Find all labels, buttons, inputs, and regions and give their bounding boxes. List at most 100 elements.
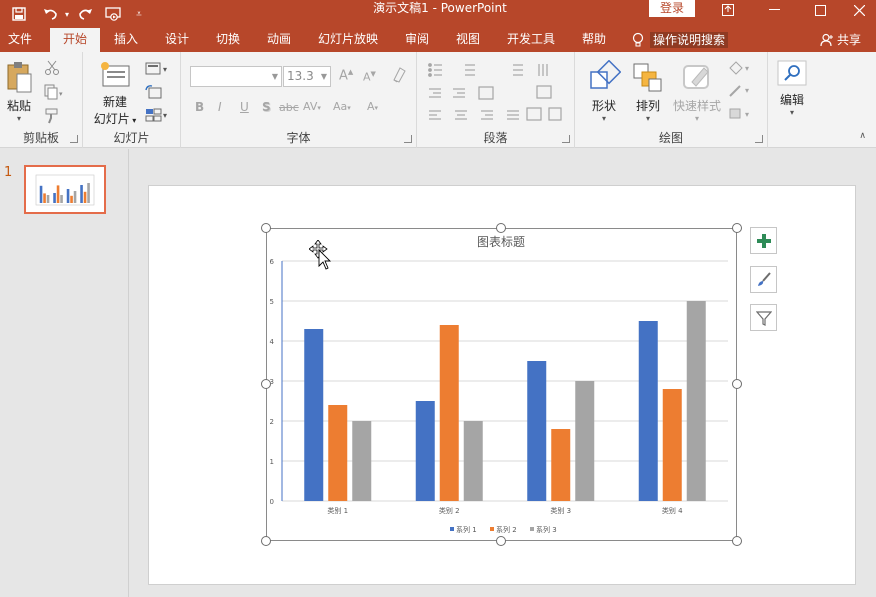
tab-help[interactable]: 帮助 [570,28,618,52]
drawing-group: 形状 ▾ 排列 ▾ 快速样式 ▾ ▾ ▾ ▾ 绘图 [575,52,768,148]
title-bar: ▾ ⩡ 演示文稿1 - PowerPoint 登录 [0,0,876,28]
minimize-icon[interactable] [751,0,797,20]
bar[interactable] [638,321,658,501]
resize-handle-top[interactable] [496,223,506,233]
undo-dropdown-icon[interactable]: ▾ [62,0,72,28]
chart-filters-button[interactable] [750,304,777,331]
font-group: ▼ 13.3 ▼ A▲ A▼ B I U S abc AV▾ Aa▾ A▾ 字体 [181,52,417,148]
resize-handle-left[interactable] [261,379,271,389]
chart[interactable]: 0123456 类别 1 类别 2 类别 3 类别 4 图表标题 系列 1 系列 2 系列… [266,228,737,541]
collapse-ribbon-icon[interactable]: ∧ [859,131,866,141]
reset-icon[interactable] [145,84,162,99]
arrange-label: 排列 [635,99,660,113]
new-slide-button[interactable]: 新建 幻灯片 ▾ [91,60,139,127]
bar[interactable] [415,401,435,501]
bar[interactable] [662,389,682,501]
svg-text:▾: ▾ [745,110,749,119]
editing-button[interactable]: 编辑 ▾ [772,60,812,117]
quick-styles-button[interactable]: 快速样式 ▾ [669,60,725,123]
tab-transitions[interactable]: 切换 [206,28,250,52]
bar[interactable] [304,329,324,501]
resize-handle-bottom-left[interactable] [261,536,271,546]
bold-icon[interactable]: B [195,100,204,114]
paste-button[interactable]: 粘贴 ▾ [2,60,36,123]
chart-elements-button[interactable] [750,227,777,254]
paste-label: 粘贴 [6,99,31,113]
clear-formatting-icon[interactable] [391,66,407,87]
tab-home[interactable]: 开始 [50,28,100,52]
font-size-combo[interactable]: 13.3 ▼ [283,66,331,87]
shape-outline-icon[interactable]: ▾ [727,82,753,97]
maximize-icon[interactable] [797,0,843,20]
share-button[interactable]: 共享 [820,28,861,52]
chart-title[interactable]: 图表标题 [477,235,525,249]
section-icon[interactable]: ▾ [145,108,169,122]
clipboard-group: 粘贴 ▾ ▾ 剪贴板 [0,52,83,148]
start-from-beginning-icon[interactable] [102,0,124,28]
legend-label[interactable]: 系列 3 [536,525,557,534]
character-spacing-icon[interactable]: AV▾ [303,100,321,113]
slide-thumbnail[interactable] [24,165,106,214]
tab-design[interactable]: 设计 [155,28,199,52]
format-painter-icon[interactable] [44,108,60,124]
tab-review[interactable]: 审阅 [395,28,439,52]
copy-icon[interactable]: ▾ [44,84,63,100]
legend-label[interactable]: 系列 1 [456,525,477,534]
bar[interactable] [328,405,348,501]
legend-label[interactable]: 系列 2 [496,525,517,534]
resize-handle-right[interactable] [732,379,742,389]
tab-animations[interactable]: 动画 [257,28,301,52]
resize-handle-top-left[interactable] [261,223,271,233]
clipboard-launcher-icon[interactable] [70,135,78,143]
login-button[interactable]: 登录 [649,0,695,17]
layout-icon[interactable]: ▾ [145,62,169,76]
shapes-button[interactable]: 形状 ▾ [585,59,623,123]
bar[interactable] [575,381,595,501]
bar[interactable] [551,429,571,501]
lightbulb-icon [632,32,644,47]
close-icon[interactable] [843,0,876,20]
text-shadow-icon[interactable]: S [262,100,271,114]
resize-handle-bottom-right[interactable] [732,536,742,546]
bar[interactable] [686,301,706,501]
paragraph-tools-icon[interactable] [427,62,567,126]
resize-handle-bottom[interactable] [496,536,506,546]
redo-icon[interactable] [74,0,96,28]
tell-me-search[interactable]: 操作说明搜索 [632,28,729,52]
bar[interactable] [527,361,547,501]
font-launcher-icon[interactable] [404,135,412,143]
paragraph-launcher-icon[interactable] [562,135,570,143]
italic-icon[interactable]: I [218,100,222,114]
arrange-button[interactable]: 排列 ▾ [629,60,667,123]
increase-font-icon[interactable]: A▲ [339,68,353,83]
thumbnail-bar [56,185,60,203]
plus-icon [756,233,771,248]
thumbnail-bar [70,195,73,203]
bar[interactable] [439,325,459,501]
chart-styles-button[interactable] [750,266,777,293]
decrease-font-icon[interactable]: A▼ [363,70,376,84]
ribbon-display-options-icon[interactable] [705,0,751,20]
customize-toolbar-icon[interactable]: ⩡ [132,0,146,28]
save-icon[interactable] [8,0,30,28]
underline-icon[interactable]: U [240,100,249,114]
cut-icon[interactable] [44,60,60,75]
drawing-launcher-icon[interactable] [755,135,763,143]
font-name-combo[interactable]: ▼ [190,66,282,87]
tab-file[interactable]: 文件 [0,28,40,52]
tab-view[interactable]: 视图 [446,28,490,52]
undo-icon[interactable] [38,0,64,28]
bar[interactable] [463,421,483,501]
font-color-icon[interactable]: A▾ [367,100,378,113]
strikethrough-icon[interactable]: abc [279,101,299,114]
shape-fill-icon[interactable]: ▾ [727,60,753,75]
resize-handle-top-right[interactable] [732,223,742,233]
change-case-icon[interactable]: Aa▾ [333,100,351,113]
tab-developer[interactable]: 开发工具 [500,28,562,52]
new-slide-label-1: 新建 [102,95,127,109]
tab-slideshow[interactable]: 幻灯片放映 [311,28,385,52]
shape-effects-icon[interactable]: ▾ [727,106,753,120]
bar[interactable] [352,421,372,501]
new-slide-icon [101,62,130,87]
tab-insert[interactable]: 插入 [104,28,148,52]
